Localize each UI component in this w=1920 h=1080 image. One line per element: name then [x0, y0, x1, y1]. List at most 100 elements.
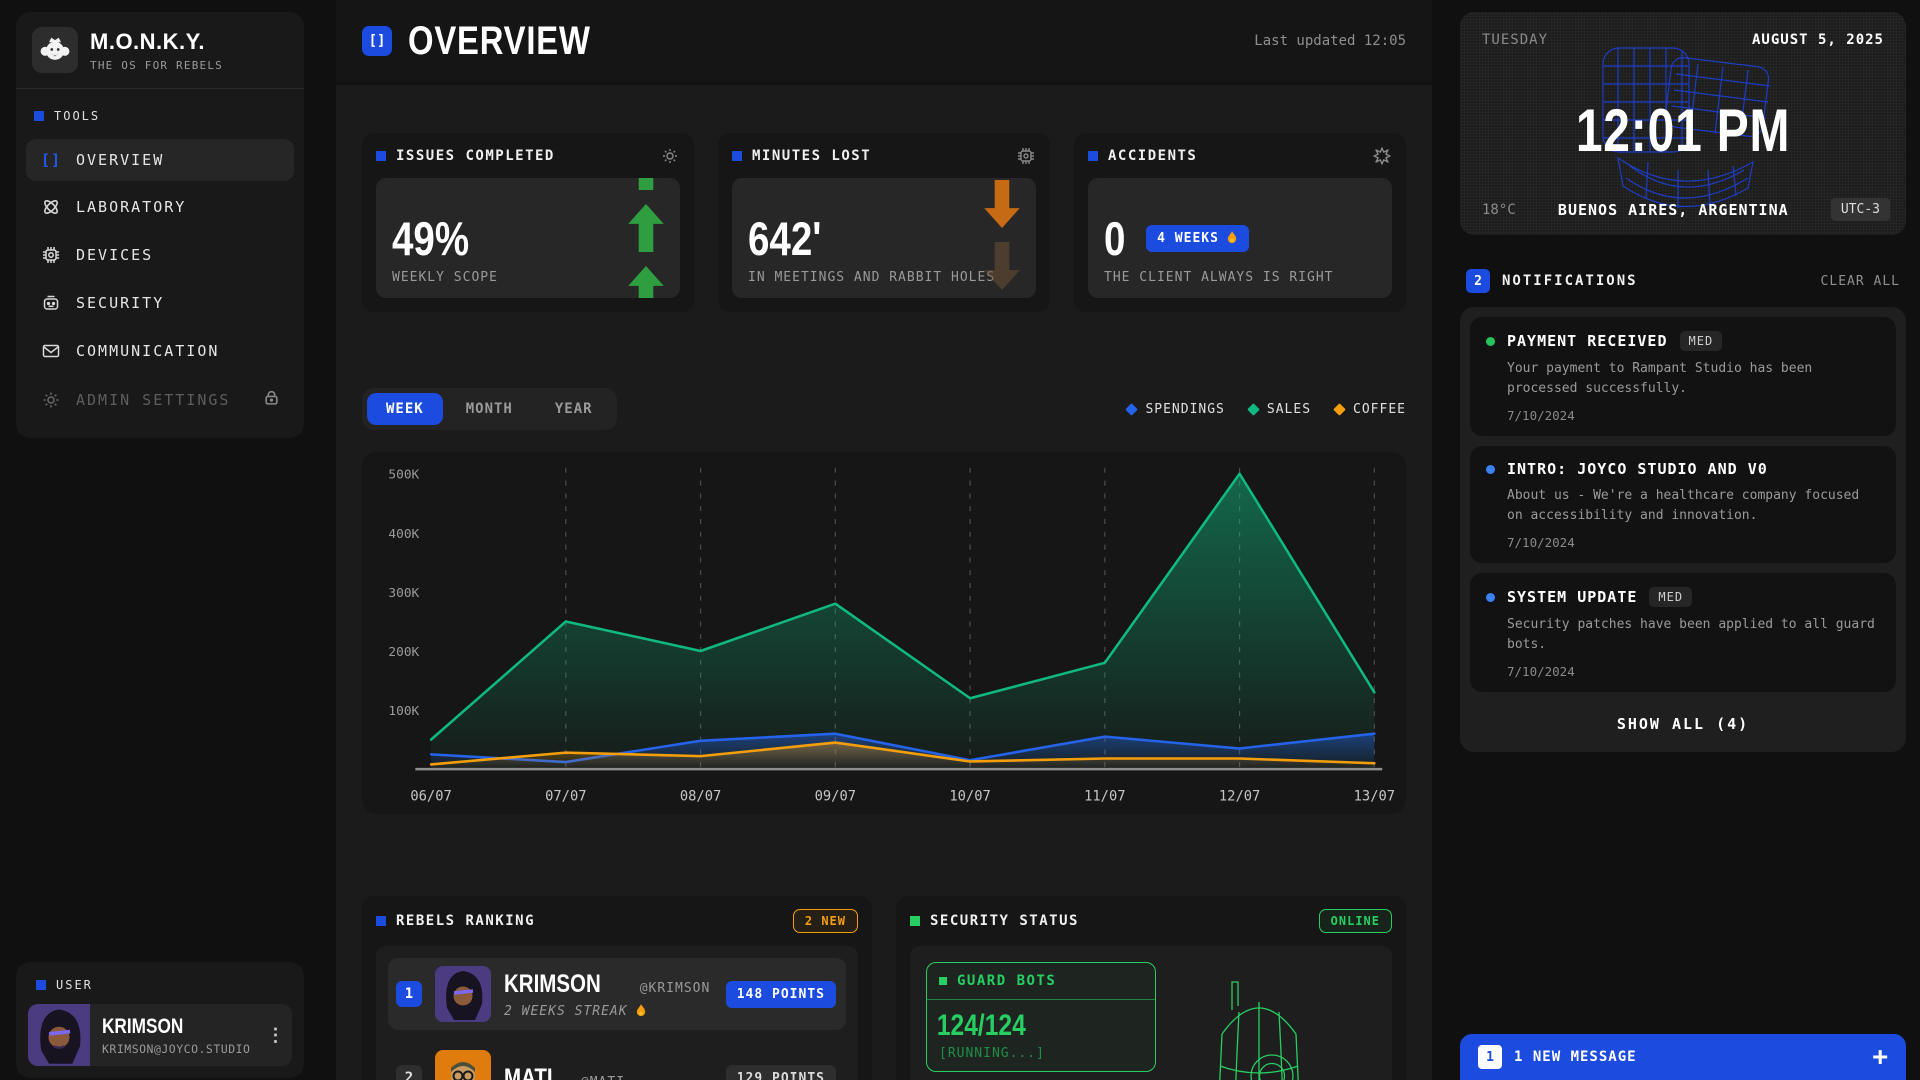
last-updated: Last updated 12:05: [1254, 33, 1406, 49]
minutes-lost-value: 642': [748, 215, 971, 262]
svg-text:200K: 200K: [388, 645, 419, 660]
message-text: 1 NEW MESSAGE: [1514, 1049, 1637, 1065]
priority-tag: MED: [1680, 331, 1723, 351]
svg-text:07/07: 07/07: [545, 789, 586, 805]
sidebar: M.O.N.K.Y. THE OS FOR REBELS TOOLS [] OV…: [16, 12, 304, 438]
stat-card-minutes-lost: MINUTES LOST 642' IN MEETINGS AND RABBIT…: [718, 133, 1050, 312]
notification-payment-received[interactable]: PAYMENT RECEIVED MED Your payment to Ram…: [1470, 317, 1896, 436]
kebab-menu-icon[interactable]: ⋮: [262, 1021, 288, 1050]
sidebar-item-communication[interactable]: COMMUNICATION: [26, 329, 294, 373]
notification-body: About us - We're a healthcare company fo…: [1507, 486, 1880, 525]
rebel-handle: @KRIMSON: [640, 981, 711, 996]
guard-bots-box: GUARD BOTS 124/124 [RUNNING...]: [926, 962, 1156, 1072]
page-title: OVERVIEW: [408, 19, 591, 64]
stat-card-issues-completed: ISSUES COMPLETED 49% WEEKLY SCOPE: [362, 133, 694, 312]
clear-all-button[interactable]: CLEAR ALL: [1821, 274, 1900, 289]
svg-text:06/07: 06/07: [410, 789, 451, 805]
fire-icon: [635, 1004, 647, 1019]
clock-time: 12:01 PM: [1576, 96, 1791, 165]
gear-icon[interactable]: [660, 146, 680, 166]
atom-icon: [40, 197, 62, 217]
chip-icon: [40, 245, 62, 265]
notifications-title: NOTIFICATIONS: [1502, 273, 1638, 289]
mail-icon: [40, 341, 62, 361]
app-tagline: THE OS FOR REBELS: [90, 59, 223, 72]
timezone-badge: UTC-3: [1831, 198, 1890, 221]
gear-icon: [40, 390, 62, 410]
avatar: [435, 1050, 491, 1080]
location: BUENOS AIRES, ARGENTINA: [1516, 201, 1831, 219]
burst-icon[interactable]: [1372, 146, 1392, 166]
svg-text:100K: 100K: [388, 704, 419, 719]
chart-controls: WEEK MONTH YEAR SPENDINGS SALES COFFEE: [362, 388, 1406, 430]
legend-sales: SALES: [1249, 402, 1311, 417]
notification-intro[interactable]: INTRO: JOYCO STUDIO AND V0 About us - We…: [1470, 446, 1896, 563]
new-message-bar[interactable]: 1 1 NEW MESSAGE +: [1460, 1034, 1906, 1080]
page-header: [] OVERVIEW Last updated 12:05: [336, 0, 1432, 85]
notifications-header: 2 NOTIFICATIONS CLEAR ALL: [1466, 269, 1900, 293]
wireframe-bot-icon: [1184, 954, 1334, 1080]
activity-chart-panel: 100K200K300K400K500K06/0707/0708/0709/07…: [362, 452, 1406, 814]
blue-square-icon: [36, 980, 46, 990]
ranking-row-2[interactable]: 2 MATI: [388, 1042, 846, 1080]
temperature: 18°C: [1482, 202, 1516, 218]
status-dot: [1486, 593, 1495, 602]
diamond-icon: [1126, 403, 1139, 416]
bottom-sections: REBELS RANKING 2 NEW 1: [362, 896, 1406, 1080]
sidebar-item-devices[interactable]: DEVICES: [26, 233, 294, 277]
streak-label: 2 WEEKS STREAK: [504, 1004, 710, 1019]
sidebar-item-security[interactable]: SECURITY: [26, 281, 294, 325]
user-section-label: USER: [28, 972, 292, 1004]
right-panel: TUESDAY AUGUST 5, 2025 12:01 PM 18°C BUE…: [1460, 12, 1906, 752]
range-tabs: WEEK MONTH YEAR: [362, 388, 617, 430]
rebel-handle: @MATI: [581, 1075, 625, 1080]
stat-card-accidents: ACCIDENTS 0 4 WEEKS THE CLIENT ALWAYS IS…: [1074, 133, 1406, 312]
diamond-icon: [1333, 403, 1346, 416]
notifications-list: PAYMENT RECEIVED MED Your payment to Ram…: [1460, 307, 1906, 752]
svg-text:13/07: 13/07: [1354, 789, 1395, 805]
show-all-button[interactable]: SHOW ALL (4): [1470, 702, 1896, 742]
tab-year[interactable]: YEAR: [536, 393, 612, 425]
svg-text:12/07: 12/07: [1219, 789, 1260, 805]
svg-text:400K: 400K: [388, 527, 419, 542]
chip-icon[interactable]: [1016, 146, 1036, 166]
app-title: M.O.N.K.Y.: [90, 29, 223, 55]
monkey-logo-icon: [32, 27, 78, 73]
points-badge: 129 POINTS: [726, 1065, 836, 1080]
clock-card: TUESDAY AUGUST 5, 2025 12:01 PM 18°C BUE…: [1460, 12, 1906, 235]
rebel-name: KRIMSON: [504, 970, 601, 999]
tab-week[interactable]: WEEK: [367, 393, 443, 425]
security-status-card: SECURITY STATUS ONLINE GUARD BOTS 124/12…: [896, 896, 1406, 1080]
trend-down-arrows-icon: [980, 180, 1024, 298]
main-content: [] OVERVIEW Last updated 12:05 ISSUES CO…: [336, 0, 1432, 1080]
notification-count-badge: 2: [1466, 269, 1490, 293]
status-dot: [1486, 337, 1495, 346]
sidebar-item-admin-settings[interactable]: ADMIN SETTINGS: [26, 377, 294, 422]
message-count-badge: 1: [1478, 1045, 1502, 1069]
lock-icon: [263, 389, 280, 410]
plus-icon[interactable]: +: [1872, 1044, 1888, 1070]
rebels-ranking-card: REBELS RANKING 2 NEW 1: [362, 896, 872, 1080]
diamond-icon: [1247, 403, 1260, 416]
logo: M.O.N.K.Y. THE OS FOR REBELS: [16, 12, 304, 88]
user-card: USER KRIMSON KRIMSON@JOYCO.STUDIO ⋮: [16, 962, 304, 1078]
sidebar-item-overview[interactable]: [] OVERVIEW: [26, 139, 294, 181]
ranking-title: REBELS RANKING: [396, 913, 535, 929]
legend-coffee: COFFEE: [1335, 402, 1406, 417]
notification-body: Your payment to Rampant Studio has been …: [1507, 359, 1880, 398]
priority-tag: MED: [1649, 587, 1692, 607]
user-profile[interactable]: KRIMSON KRIMSON@JOYCO.STUDIO ⋮: [28, 1004, 292, 1066]
tab-month[interactable]: MONTH: [447, 393, 532, 425]
notification-date: 7/10/2024: [1507, 664, 1880, 679]
online-badge: ONLINE: [1319, 909, 1392, 933]
notification-system-update[interactable]: SYSTEM UPDATE MED Security patches have …: [1470, 573, 1896, 692]
guard-bots-status: [RUNNING...]: [927, 1043, 1155, 1071]
user-email: KRIMSON@JOYCO.STUDIO: [102, 1042, 250, 1056]
legend-spendings: SPENDINGS: [1127, 402, 1224, 417]
svg-text:10/07: 10/07: [949, 789, 990, 805]
rank-number: 1: [396, 981, 422, 1007]
green-square-icon: [939, 977, 947, 985]
svg-text:08/07: 08/07: [680, 789, 721, 805]
ranking-row-1[interactable]: 1 KRIMSON @KRIMSON: [388, 958, 846, 1030]
sidebar-item-laboratory[interactable]: LABORATORY: [26, 185, 294, 229]
